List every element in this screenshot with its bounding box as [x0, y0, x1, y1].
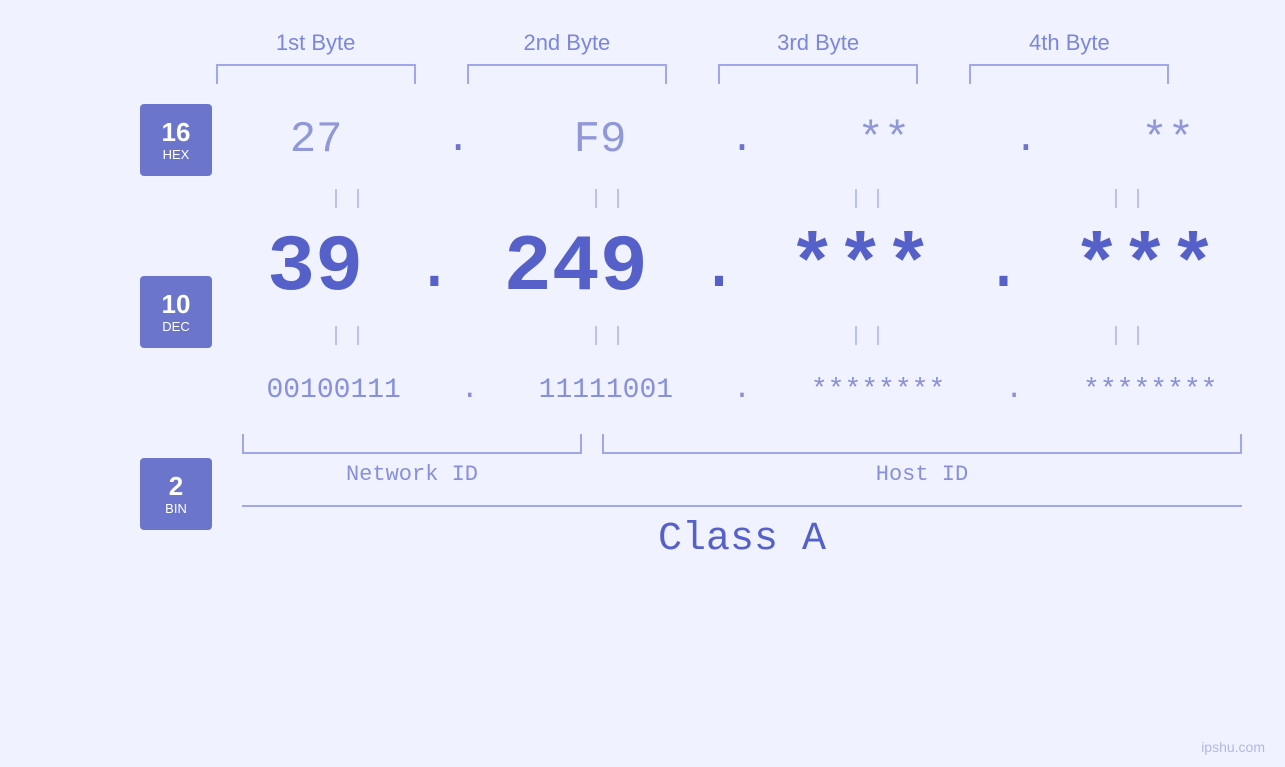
dec-byte-4: ***: [1073, 223, 1217, 314]
bin-byte-2: 11111001: [539, 375, 673, 406]
byte-headers-row: 1st Byte 2nd Byte 3rd Byte 4th Byte: [190, 30, 1195, 56]
bracket-byte-4: [969, 64, 1169, 84]
byte-header-1: 1st Byte: [206, 30, 426, 56]
eq-1-3: ||: [762, 188, 982, 211]
bin-cells: 00100111 . 11111001 . ******** . *******…: [242, 373, 1242, 407]
eq-2-3: ||: [762, 325, 982, 348]
bottom-brackets: [242, 434, 1242, 454]
dec-byte-2: 249: [504, 223, 648, 314]
bin-byte-4: ********: [1083, 375, 1217, 406]
bin-byte-1: 00100111: [266, 375, 400, 406]
eq-2-4: ||: [1022, 325, 1242, 348]
network-id-label: Network ID: [242, 462, 582, 487]
eq-1-1: ||: [242, 188, 462, 211]
hex-byte-2: F9: [574, 115, 627, 165]
hex-byte-3: **: [858, 115, 911, 165]
dec-byte-1: 39: [267, 223, 363, 314]
base-labels-column: 16 HEX 10 DEC 2 BIN: [140, 94, 212, 530]
dec-badge: 10 DEC: [140, 276, 212, 348]
hex-dot-1: .: [438, 118, 478, 163]
bin-dot-1: .: [450, 373, 490, 407]
hex-dot-3: .: [1006, 118, 1046, 163]
hex-badge: 16 HEX: [140, 104, 212, 176]
top-brackets: [190, 64, 1195, 84]
bin-number: 2: [169, 473, 183, 499]
dec-dot-2: .: [698, 229, 738, 308]
dec-number: 10: [162, 291, 191, 317]
eq-2-1: ||: [242, 325, 462, 348]
eq-1-2: ||: [502, 188, 722, 211]
hex-byte-1: 27: [290, 115, 343, 165]
hex-number: 16: [162, 119, 191, 145]
dec-dot-1: .: [413, 229, 453, 308]
bin-dot-3: .: [994, 373, 1034, 407]
hex-name: HEX: [163, 147, 190, 162]
bin-dot-2: .: [722, 373, 762, 407]
watermark: ipshu.com: [1201, 739, 1265, 755]
eq-2-2: ||: [502, 325, 722, 348]
eq-1-4: ||: [1022, 188, 1242, 211]
main-container: 1st Byte 2nd Byte 3rd Byte 4th Byte 16 H…: [0, 0, 1285, 767]
dec-dot-3: .: [983, 229, 1023, 308]
bin-badge: 2 BIN: [140, 458, 212, 530]
hex-byte-4: **: [1141, 115, 1194, 165]
hex-dot-2: .: [722, 118, 762, 163]
bracket-byte-2: [467, 64, 667, 84]
equals-row-1: || || || ||: [242, 188, 1242, 211]
hex-cells: 27 . F9 . ** . **: [242, 115, 1242, 165]
bracket-byte-3: [718, 64, 918, 84]
dec-byte-3: ***: [788, 223, 932, 314]
equals-row-2: || || || ||: [242, 325, 1242, 348]
class-label: Class A: [242, 507, 1242, 572]
host-id-bracket: [602, 434, 1242, 454]
byte-header-2: 2nd Byte: [457, 30, 677, 56]
bin-byte-3: ********: [811, 375, 945, 406]
dec-name: DEC: [162, 319, 189, 334]
byte-header-4: 4th Byte: [959, 30, 1179, 56]
byte-header-3: 3rd Byte: [708, 30, 928, 56]
network-id-bracket: [242, 434, 582, 454]
bottom-labels: Network ID Host ID: [242, 462, 1242, 487]
bin-name: BIN: [165, 501, 187, 516]
dec-row: 39 . 249 . *** . ***: [242, 213, 1242, 323]
bracket-byte-1: [216, 64, 416, 84]
dec-cells: 39 . 249 . *** . ***: [242, 223, 1242, 314]
class-banner-wrapper: Class A: [242, 505, 1242, 572]
bin-row: 00100111 . 11111001 . ******** . *******…: [242, 350, 1242, 430]
hex-row: 27 . F9 . ** . **: [242, 94, 1242, 186]
host-id-label: Host ID: [602, 462, 1242, 487]
